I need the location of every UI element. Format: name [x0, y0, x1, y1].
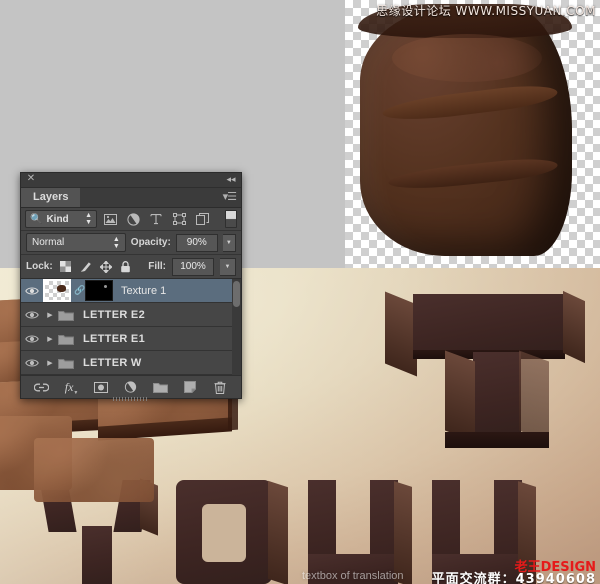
lock-transparent-pixels[interactable] [59, 259, 73, 275]
folder-icon[interactable] [57, 309, 75, 321]
layer-name[interactable]: LETTER E1 [83, 333, 145, 345]
filter-type-layers[interactable] [146, 210, 166, 228]
layer-row-letter-w[interactable]: ▶ LETTER W [21, 351, 241, 375]
scrollbar-thumb[interactable] [233, 281, 240, 307]
up-down-arrows-icon: ▲ ▼ [85, 212, 92, 226]
double-chevron-left-icon[interactable]: ◂◂ [225, 174, 237, 184]
filter-adjustment-layers[interactable] [123, 210, 143, 228]
tab-layers[interactable]: Layers [21, 188, 81, 207]
blend-mode-value: Normal [32, 237, 65, 248]
panel-title-bar: ✕ ◂◂ [21, 173, 241, 188]
close-icon[interactable]: ✕ [26, 174, 36, 184]
layer-name[interactable]: LETTER W [83, 357, 142, 369]
lock-bar: Lock: Fill: 100% ▼ [21, 255, 241, 279]
layer-style-button[interactable]: fx ▼ [63, 378, 81, 397]
letter-o-dark [176, 480, 296, 584]
letter-t-dark [385, 290, 585, 454]
filter-pixel-layers[interactable] [100, 210, 120, 228]
lock-position[interactable] [99, 259, 113, 275]
link-layers-button[interactable] [33, 378, 51, 396]
delete-layer-button[interactable] [211, 378, 229, 396]
search-icon: 🔍 [30, 213, 43, 225]
lock-image-pixels[interactable] [79, 259, 93, 275]
filter-smart-objects[interactable] [192, 210, 212, 228]
fill-input[interactable]: 100% [172, 257, 214, 276]
layer-name[interactable]: Texture 1 [121, 285, 166, 297]
layer-row-letter-e2[interactable]: ▶ LETTER E2 [21, 303, 241, 327]
opacity-stepper[interactable]: ▼ [222, 233, 236, 252]
blend-mode-select[interactable]: Normal ▲ ▼ [26, 233, 126, 252]
layer-filter-bar: 🔍 Kind ▲ ▼ [21, 208, 241, 231]
folder-icon[interactable] [57, 333, 75, 345]
filter-enable-toggle[interactable] [225, 210, 237, 228]
up-down-arrows-icon: ▲ ▼ [112, 235, 120, 250]
layer-row-letter-e1[interactable]: ▶ LETTER E1 [21, 327, 241, 351]
eye-icon[interactable] [21, 351, 43, 374]
opacity-label: Opacity: [130, 237, 171, 248]
translation-tooltip: textbox of translation [302, 570, 404, 582]
panel-tab-strip: Layers ▾☰ [21, 188, 241, 208]
fill-stepper[interactable]: ▼ [220, 257, 236, 276]
brownie-chunk-left-2 [34, 438, 154, 502]
lock-label: Lock: [26, 261, 53, 272]
fill-label: Fill: [148, 261, 166, 272]
triangle-right-icon[interactable]: ▶ [43, 311, 57, 319]
folder-icon[interactable] [57, 357, 75, 369]
blend-mode-bar: Normal ▲ ▼ Opacity: 90% ▼ [21, 231, 241, 255]
screenshot-root: 思缘设计论坛 WWW.MISSYUAN.COM textbox of trans… [0, 0, 600, 584]
panel-menu-icon[interactable]: ▾☰ [223, 191, 237, 204]
eye-icon[interactable] [21, 279, 43, 302]
layer-row-texture-1[interactable]: 🔗 Texture 1 [21, 279, 241, 303]
new-group-button[interactable] [152, 378, 170, 396]
watermark-top-right: 思缘设计论坛 WWW.MISSYUAN.COM [376, 4, 596, 18]
eye-icon[interactable] [21, 327, 43, 350]
letter-u1-dark [308, 480, 418, 584]
opacity-input[interactable]: 90% [175, 233, 218, 252]
layer-thumbnail[interactable] [43, 279, 71, 302]
panel-resize-grip[interactable] [113, 397, 149, 401]
layer-name[interactable]: LETTER E2 [83, 309, 145, 321]
cake-slice-image [352, 4, 587, 266]
link-icon[interactable]: 🔗 [74, 285, 85, 296]
layers-panel: ✕ ◂◂ Layers ▾☰ 🔍 Kind ▲ ▼ Normal ▲ ▼ Opa… [20, 172, 242, 401]
layer-filter-kind-select[interactable]: 🔍 Kind ▲ ▼ [25, 210, 97, 228]
layer-list: 🔗 Texture 1 ▶ LETTER E2 ▶ LETTER E1 ▶ LE… [21, 279, 241, 375]
new-layer-button[interactable] [181, 378, 199, 396]
new-adjustment-layer-button[interactable] [122, 378, 140, 396]
eye-icon[interactable] [21, 303, 43, 326]
triangle-right-icon[interactable]: ▶ [43, 359, 57, 367]
layers-panel-footer: fx ▼ [21, 375, 241, 398]
filter-shape-layers[interactable] [169, 210, 189, 228]
layer-filter-kind-label: Kind [46, 213, 69, 225]
add-layer-mask-button[interactable] [92, 378, 110, 396]
layer-list-scrollbar[interactable] [232, 279, 241, 375]
triangle-right-icon[interactable]: ▶ [43, 335, 57, 343]
lock-all[interactable] [119, 259, 133, 275]
watermark-qq-group: 平面交流群：43940608 [431, 572, 596, 584]
layer-mask-thumbnail[interactable] [85, 280, 113, 301]
